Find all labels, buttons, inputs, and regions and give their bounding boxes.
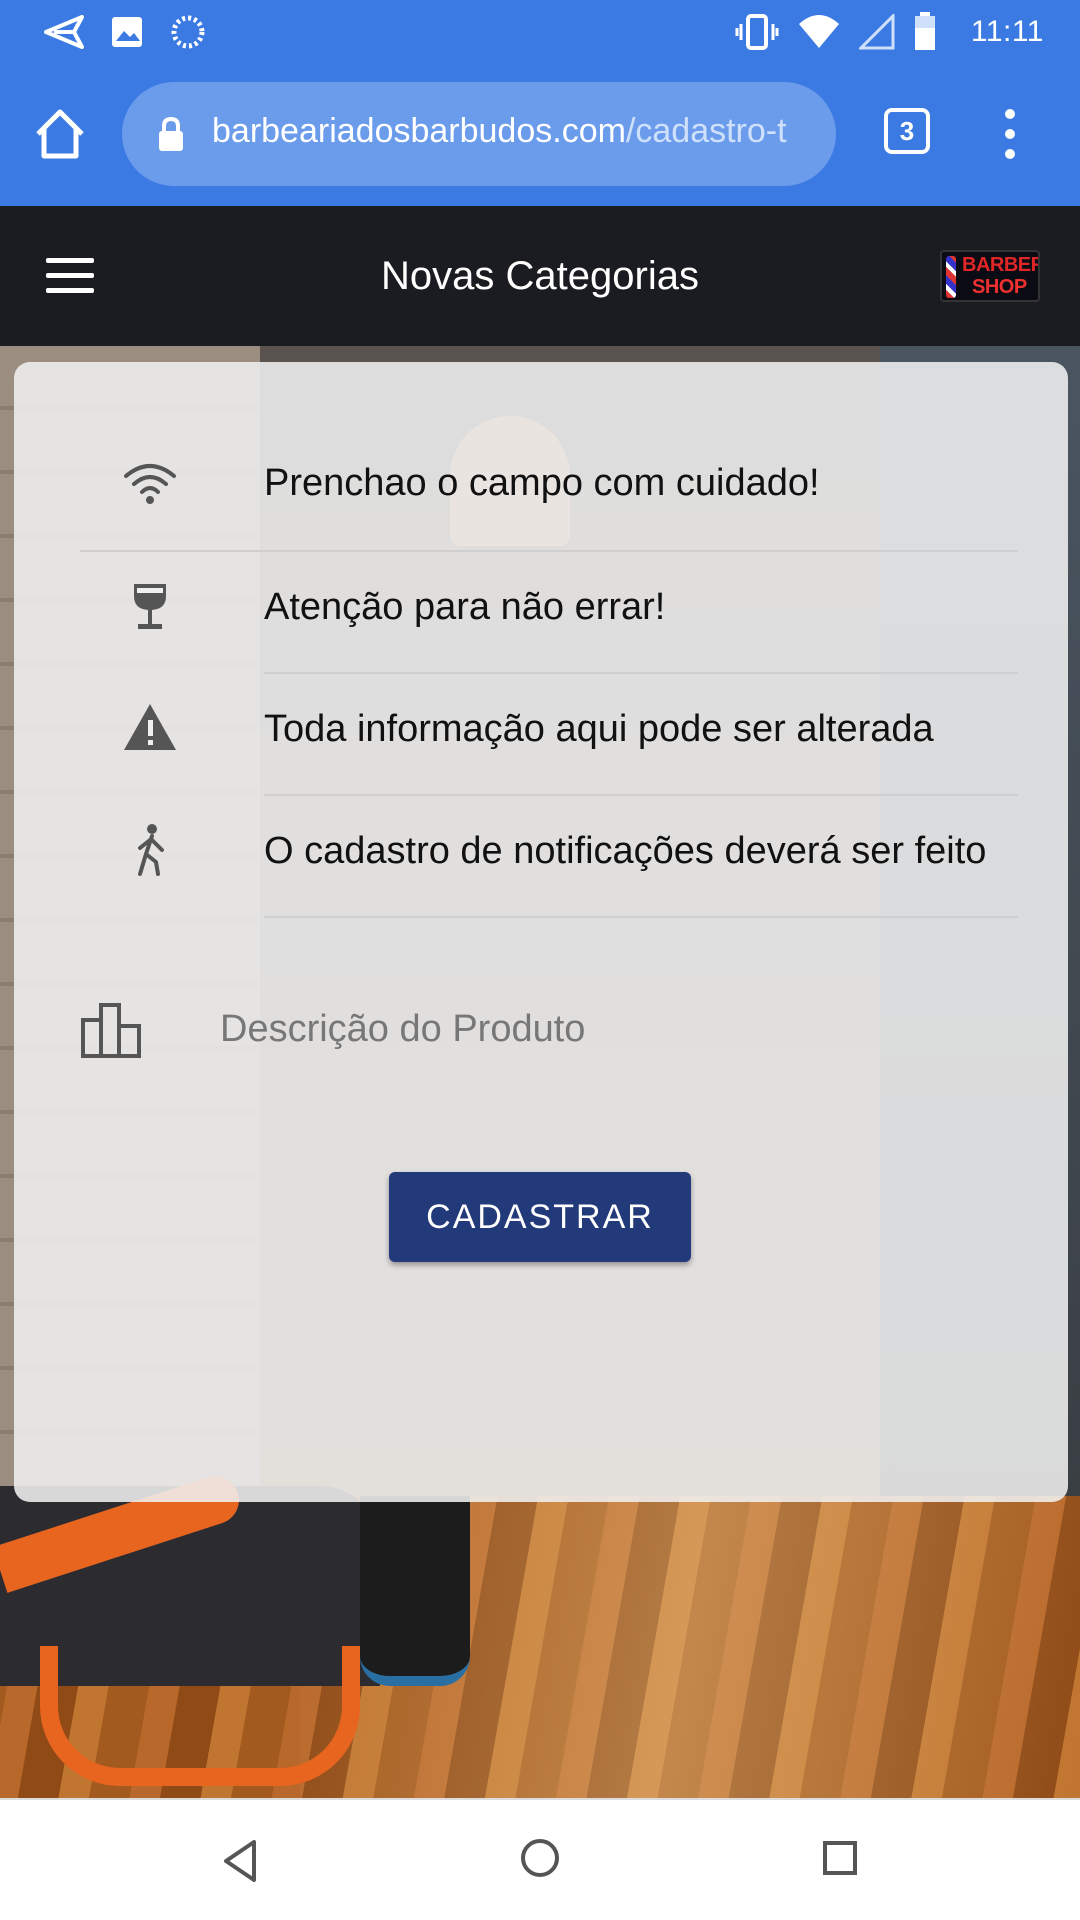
wifi-icon (124, 464, 176, 504)
divider (264, 916, 1018, 918)
walking-person-icon (138, 824, 164, 876)
browser-toolbar: barbeariadosbarbudos.com/cadastro-t 3 (0, 66, 1080, 206)
more-vert-icon[interactable] (992, 106, 1028, 162)
battery-icon (914, 12, 935, 50)
wine-glass-icon (134, 584, 166, 629)
info-row-4[interactable]: O cadastro de notificações deverá ser fe… (14, 790, 1068, 912)
info-row-text: O cadastro de notificações deverá ser fe… (264, 830, 987, 872)
barber-shop-logo: BARBER SHOP (940, 250, 1040, 302)
info-row-text: Atenção para não errar! (264, 586, 666, 628)
barber-cape (360, 1496, 470, 1686)
barber-chair-frame (40, 1646, 360, 1786)
home-icon[interactable] (520, 1838, 560, 1878)
warning-icon (124, 704, 176, 750)
submit-button[interactable]: CADASTRAR (389, 1172, 691, 1262)
url-path: /cadastro-t (625, 112, 787, 150)
signal-icon (858, 14, 895, 50)
barber-pole-icon (946, 256, 956, 298)
info-row-text: Prenchao o campo com cuidado! (264, 462, 820, 504)
description-input[interactable] (220, 994, 1020, 1064)
form-card: Prenchao o campo com cuidado! Atenção pa… (14, 362, 1068, 1502)
building-icon (81, 1003, 141, 1058)
url-host: barbeariadosbarbudos.com (212, 112, 626, 150)
wifi-icon (798, 15, 839, 48)
info-row-text: Toda informação aqui pode ser alterada (264, 708, 934, 750)
logo-line2: SHOP (972, 276, 1027, 298)
url-bar[interactable]: barbeariadosbarbudos.com/cadastro-t (122, 82, 836, 186)
info-row-1[interactable]: Prenchao o campo com cuidado! (14, 422, 1068, 544)
lock-icon (159, 116, 183, 151)
back-icon[interactable] (220, 1838, 260, 1884)
home-icon[interactable] (30, 104, 90, 164)
url-text: barbeariadosbarbudos.com/cadastro-t (212, 112, 787, 151)
tabs-count-button[interactable]: 3 (884, 108, 930, 154)
circle-progress-icon (171, 15, 205, 49)
status-time: 11:11 (970, 15, 1044, 48)
status-bar: 11:11 (0, 0, 1080, 66)
android-nav-bar (0, 1798, 1080, 1920)
info-row-2[interactable]: Atenção para não errar! (14, 546, 1068, 668)
app-header: Novas Categorias BARBER SHOP (0, 206, 1080, 346)
recents-icon[interactable] (822, 1840, 858, 1876)
logo-line1: BARBER (962, 254, 1040, 276)
vibrate-icon (735, 14, 779, 50)
info-row-3[interactable]: Toda informação aqui pode ser alterada (14, 668, 1068, 790)
send-icon (44, 15, 84, 49)
image-icon (112, 17, 142, 47)
page-title: Novas Categorias (381, 254, 699, 298)
